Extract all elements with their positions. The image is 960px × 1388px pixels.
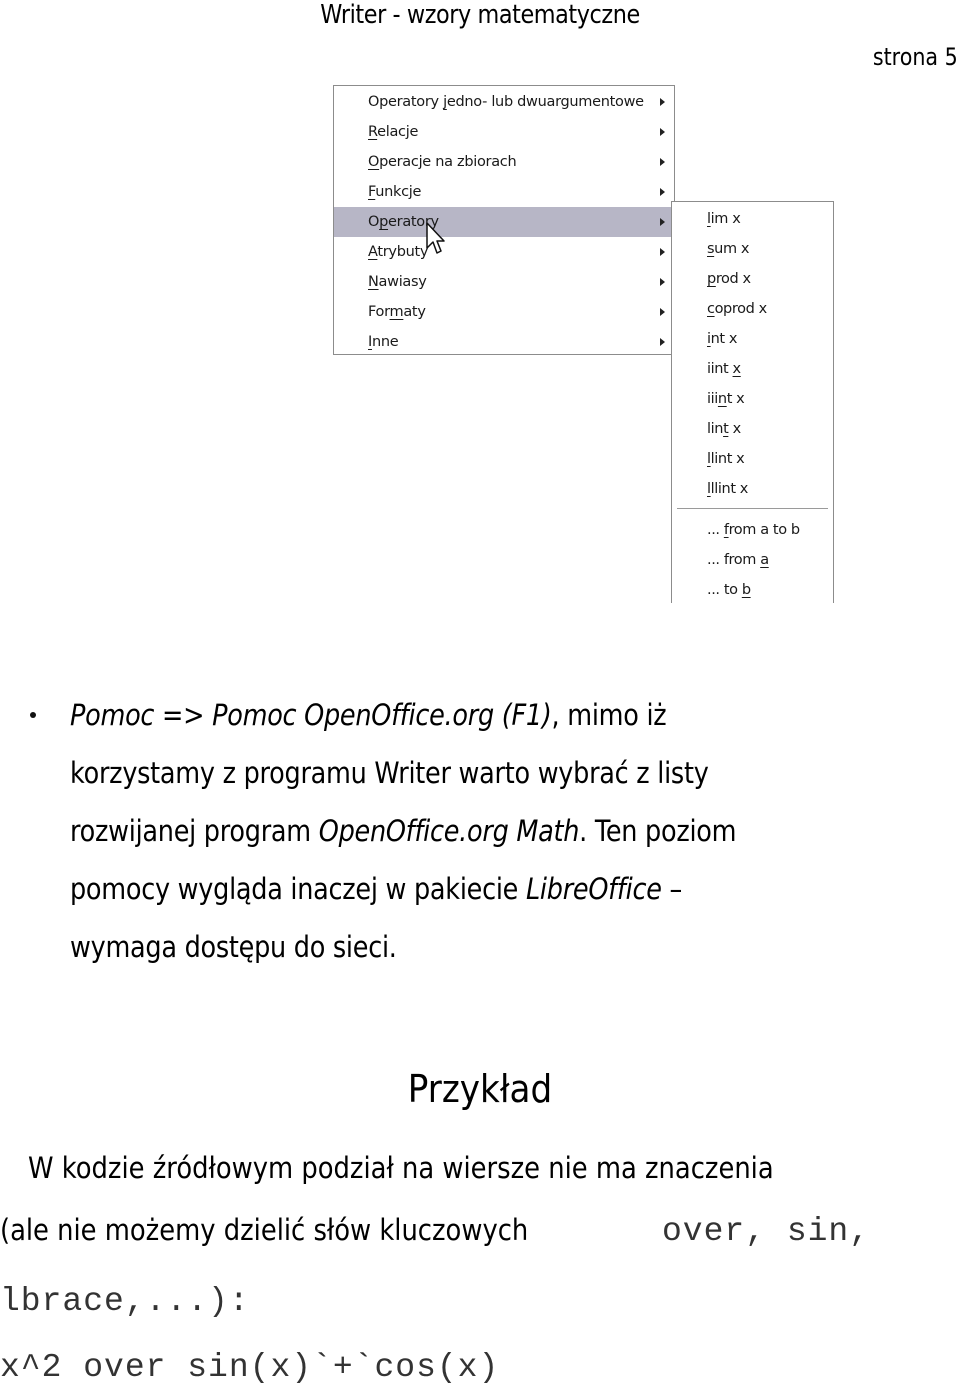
menu-item-accelerator: O: [368, 154, 380, 170]
menu-item-label: edno- lub dwuargumentowe: [446, 94, 644, 110]
menu-item-set-operations[interactable]: Operacje na zbiorach: [334, 147, 674, 177]
submenu-separator: [677, 508, 828, 509]
menu-item-label: Operatory: [368, 94, 444, 110]
submenu-arrow-icon: [660, 308, 665, 316]
menu-item-others[interactable]: Inne: [334, 327, 674, 357]
menu-item-label: unkcje: [375, 184, 422, 200]
submenu-item-label: rom a to b: [728, 522, 801, 538]
menu-item-label: For: [368, 304, 390, 320]
submenu-item-label: nt x: [710, 331, 738, 347]
submenu-item-from-a[interactable]: ... from a: [707, 545, 769, 575]
submenu-item-label: lint x: [710, 451, 745, 467]
text: . Ten poziom: [579, 814, 737, 848]
menu-item-label: aty: [403, 304, 426, 320]
menu-item-accelerator: c: [707, 301, 715, 317]
code-block: x^2 over sin(x)`+`cos(x): [0, 1349, 500, 1386]
paragraph: W kodzie źródłowym podział na wiersze ni…: [28, 1148, 960, 1188]
submenu-item-label: iii: [707, 391, 718, 407]
text: rozwijanej program: [70, 814, 319, 848]
bullet-icon: [30, 712, 36, 718]
submenu-arrow-icon: [660, 338, 665, 346]
menu-item-accelerator: a: [760, 552, 769, 568]
submenu-item-label: iint: [707, 361, 733, 377]
menu-item-unary-binary-operators[interactable]: Operatory jedno- lub dwuargumentowe: [334, 87, 674, 117]
submenu-item-label: rod x: [715, 271, 751, 287]
submenu-item-label: im x: [710, 211, 741, 227]
program-name: OpenOffice.org Math: [318, 814, 580, 848]
code-inline: lbrace,...):: [0, 1283, 250, 1320]
submenu-item-label: ...: [707, 522, 724, 538]
submenu-arrow-icon: [660, 128, 665, 136]
menu-item-accelerator: x: [732, 361, 742, 377]
menu-item-accelerator: p: [707, 271, 716, 287]
menu-item-label: awiasy: [378, 274, 427, 290]
code-example: x^2 over sin(x)`+`cos(x): [0, 1346, 960, 1388]
submenu-item-lim[interactable]: lim x: [707, 204, 741, 234]
menu-item-label: O: [368, 214, 380, 230]
submenu-arrow-icon: [660, 248, 665, 256]
operators-submenu: lim x sum x prod x coprod x int x iint x…: [671, 201, 834, 603]
submenu-item-int[interactable]: int x: [707, 324, 738, 354]
text: W kodzie źródłowym podział na wiersze ni…: [28, 1151, 774, 1185]
text: korzystamy z programu Writer warto wybra…: [70, 756, 709, 790]
code-inline: over, sin,: [662, 1213, 871, 1250]
menu-item-accelerator: A: [368, 244, 378, 260]
submenu-item-coprod[interactable]: coprod x: [707, 294, 767, 324]
menu-item-operators[interactable]: Operatory: [334, 207, 674, 237]
page-header-title: Writer - wzory matematyczne: [320, 0, 640, 30]
menu-item-accelerator: R: [368, 124, 378, 140]
menu-item-label: trybuty: [377, 244, 429, 260]
submenu-arrow-icon: [660, 98, 665, 106]
menu-item-accelerator: n: [717, 391, 727, 407]
submenu-item-label: oprod x: [714, 301, 768, 317]
menu-item-accelerator: m: [389, 304, 404, 320]
bullet-text: Pomoc => Pomoc OpenOffice.org (F1), mimo…: [70, 686, 950, 976]
submenu-item-llint[interactable]: llint x: [707, 444, 745, 474]
text: pomocy wygląda inaczej w pakiecie: [70, 872, 526, 906]
program-name: LibreOffice: [525, 872, 662, 906]
submenu-item-label: x: [728, 421, 742, 437]
text: –: [661, 872, 683, 906]
menu-item-attributes[interactable]: Atrybuty: [334, 237, 674, 267]
submenu-item-label: um x: [714, 241, 750, 257]
text: , mimo iż: [551, 698, 667, 732]
menu-item-formats[interactable]: Formaty: [334, 297, 674, 327]
submenu-item-label: llint x: [710, 481, 749, 497]
code-keywords: over, sin,: [662, 1210, 960, 1252]
submenu-item-to-b[interactable]: ... to b: [707, 575, 751, 603]
code-keywords-continued: lbrace,...):: [0, 1280, 960, 1322]
submenu-item-label: ... to: [707, 582, 742, 598]
menu-item-functions[interactable]: Funkcje: [334, 177, 674, 207]
menu-item-label: nne: [371, 334, 399, 350]
submenu-item-iint[interactable]: iint x: [707, 354, 741, 384]
menu-item-accelerator: p: [379, 214, 389, 230]
submenu-arrow-icon: [660, 278, 665, 286]
menu-item-accelerator: N: [368, 274, 379, 290]
menu-item-label: peracje na zbiorach: [379, 154, 517, 170]
submenu-item-label: t x: [726, 391, 745, 407]
submenu-arrow-icon: [660, 218, 665, 226]
text: wymaga dostępu do sieci.: [70, 930, 397, 964]
submenu-item-from-a-to-b[interactable]: ... from a to b: [707, 515, 800, 545]
submenu-item-sum[interactable]: sum x: [707, 234, 749, 264]
submenu-item-iiint[interactable]: iiint x: [707, 384, 745, 414]
menu-item-label: elacje: [377, 124, 419, 140]
submenu-item-lllint[interactable]: lllint x: [707, 474, 748, 504]
submenu-item-label: lin: [707, 421, 724, 437]
submenu-item-label: ... from: [707, 552, 761, 568]
page-number: strona 5: [873, 43, 958, 71]
submenu-arrow-icon: [660, 188, 665, 196]
submenu-arrow-icon: [660, 158, 665, 166]
elements-context-menu: Operatory jedno- lub dwuargumentowe Rela…: [333, 85, 675, 355]
menu-item-accelerator: b: [741, 582, 751, 598]
section-title: Przykład: [407, 1067, 553, 1111]
submenu-item-lint[interactable]: lint x: [707, 414, 741, 444]
menu-path: Pomoc => Pomoc OpenOffice.org (F1): [70, 698, 552, 732]
submenu-item-prod[interactable]: prod x: [707, 264, 751, 294]
menu-item-relations[interactable]: Relacje: [334, 117, 674, 147]
mouse-pointer-icon: [426, 222, 445, 254]
menu-item-brackets[interactable]: Nawiasy: [334, 267, 674, 297]
text: (ale nie możemy dzielić słów kluczowych: [0, 1213, 529, 1247]
